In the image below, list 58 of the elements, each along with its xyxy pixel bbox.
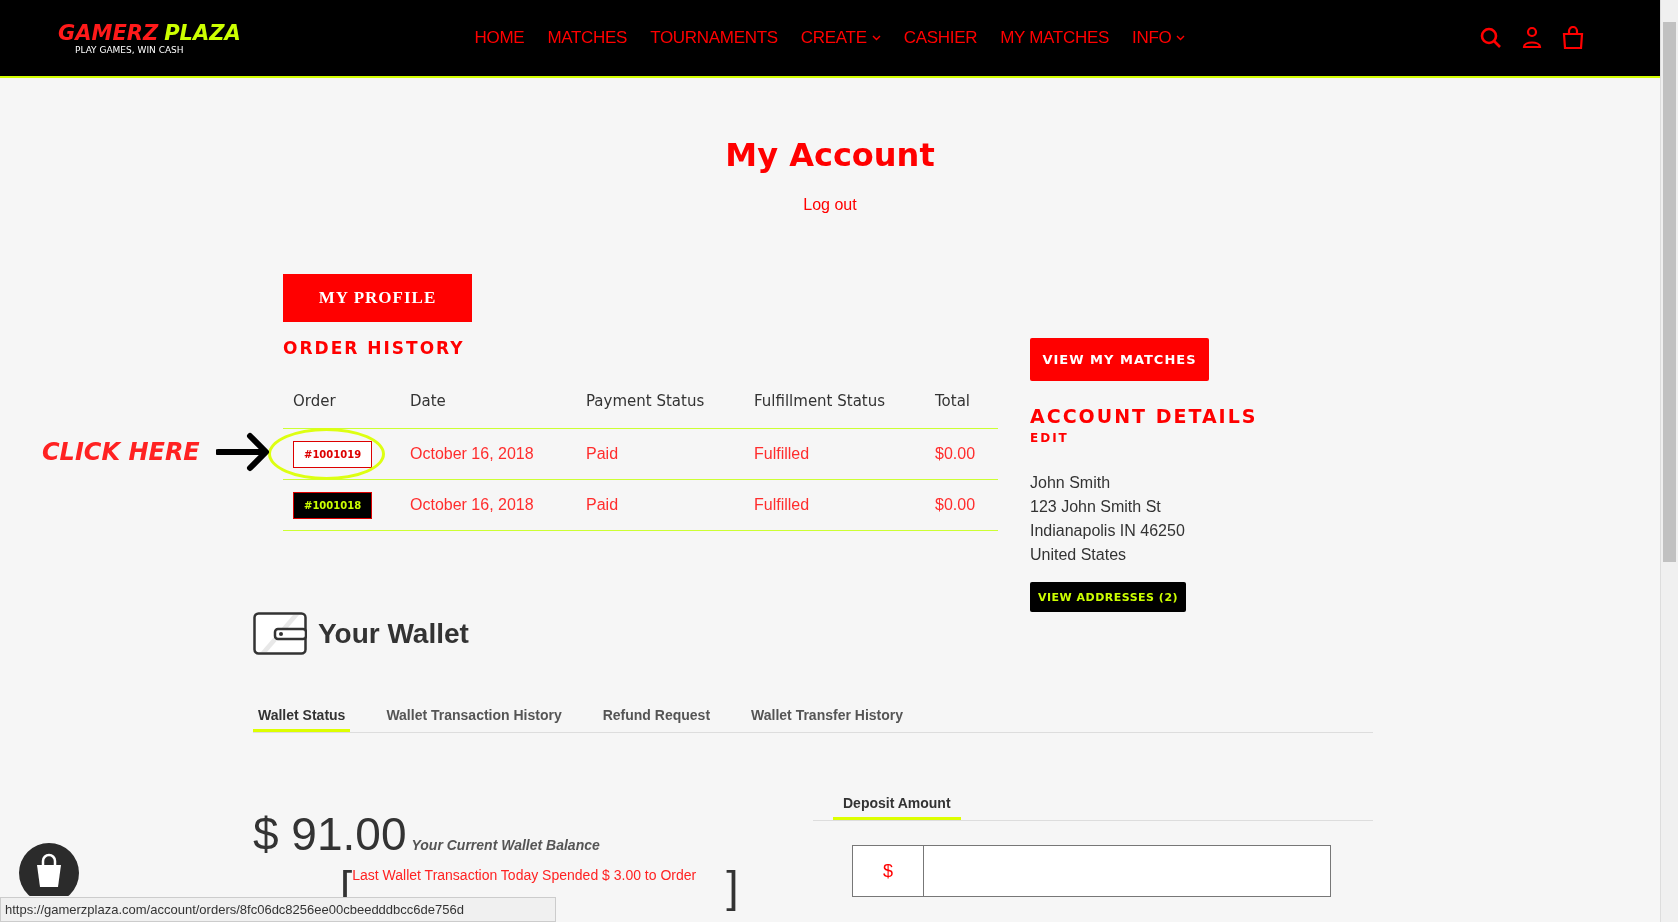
wallet-tab[interactable]: Wallet Status [253, 707, 351, 732]
table-cell-text: October 16, 2018 [409, 445, 535, 463]
table-cell-text: Fulfilled [753, 496, 811, 514]
nav-link[interactable]: TOURNAMENTS [650, 28, 778, 48]
table-cell-text: $0.00 [934, 496, 977, 514]
logout-link[interactable]: Log out [803, 196, 857, 214]
section-title: ORDER HISTORY [283, 338, 466, 358]
wallet-tab[interactable]: Refund Request [597, 707, 716, 732]
account-icon[interactable] [1522, 26, 1542, 50]
profile-button[interactable]: MY PROFILE [283, 274, 472, 322]
cart-icon[interactable] [1562, 26, 1584, 50]
logo-text[interactable]: GAMERZ [58, 21, 159, 45]
nav-link[interactable]: INFO [1132, 28, 1186, 48]
wallet-title: Your Wallet [318, 617, 469, 650]
nav-link[interactable]: MATCHES [547, 28, 628, 48]
last-transaction-text: Last Wallet Transaction Today Spended $ 3.00 to Order [352, 867, 697, 883]
address-line: John Smith [1030, 473, 1112, 493]
page-title: My Account [725, 136, 935, 174]
order-link[interactable]: #1001018 [293, 491, 373, 519]
table-cell-text: October 16, 2018 [409, 496, 535, 514]
table-cell-text: $0.00 [934, 445, 977, 463]
address-line: 123 John Smith St [1030, 497, 1162, 517]
edit-link[interactable]: EDIT [1030, 431, 1069, 445]
table-cell-text: Paid [585, 496, 620, 514]
view-addresses-button[interactable]: VIEW ADDRESSES (2) [1030, 582, 1186, 612]
section-title: ACCOUNT DETAILS [1030, 405, 1258, 427]
address-line: Indianapolis IN 46250 [1030, 521, 1185, 541]
column-header: Payment Status [585, 392, 706, 410]
scrollbar-thumb[interactable] [1663, 22, 1676, 562]
search-icon[interactable] [1480, 27, 1502, 49]
scrollbar[interactable] [1660, 0, 1678, 922]
wallet-tab[interactable]: Wallet Transfer History [746, 707, 909, 732]
address-line: United States [1030, 545, 1128, 565]
caret-icon [1176, 35, 1186, 41]
deposit-field[interactable]: $ [852, 845, 1331, 897]
annotation-text: CLICK HERE [42, 438, 200, 466]
order-link[interactable]: #1001019 [293, 440, 373, 468]
logo-tagline: PLAY GAMES, WIN CASH [75, 45, 184, 55]
column-header: Total [934, 392, 972, 410]
logo-text[interactable]: PLAZA [164, 21, 241, 45]
caret-icon [871, 35, 881, 41]
wallet-icon [253, 612, 307, 655]
nav-link[interactable]: HOME [474, 28, 525, 48]
view-matches-button[interactable]: VIEW MY MATCHES [1030, 338, 1209, 381]
nav-link[interactable]: CASHIER [903, 28, 978, 48]
column-header: Date [409, 392, 447, 410]
nav-link[interactable]: CREATE [800, 28, 881, 48]
table-cell-text: Fulfilled [753, 445, 811, 463]
column-header: Fulfillment Status [753, 392, 887, 410]
nav-link[interactable]: MY MATCHES [1000, 28, 1109, 48]
wallet-tab[interactable]: Wallet Transaction History [381, 707, 567, 732]
balance-label: Your Current Wallet Balance [411, 837, 600, 853]
table-cell-text: Paid [585, 445, 620, 463]
bracket-mark: ] [726, 865, 739, 909]
deposit-tab[interactable]: Deposit Amount [833, 795, 961, 820]
balance-amount: $ 91.00 [253, 807, 407, 861]
column-header: Order [292, 392, 337, 410]
arrow-icon [215, 432, 270, 472]
